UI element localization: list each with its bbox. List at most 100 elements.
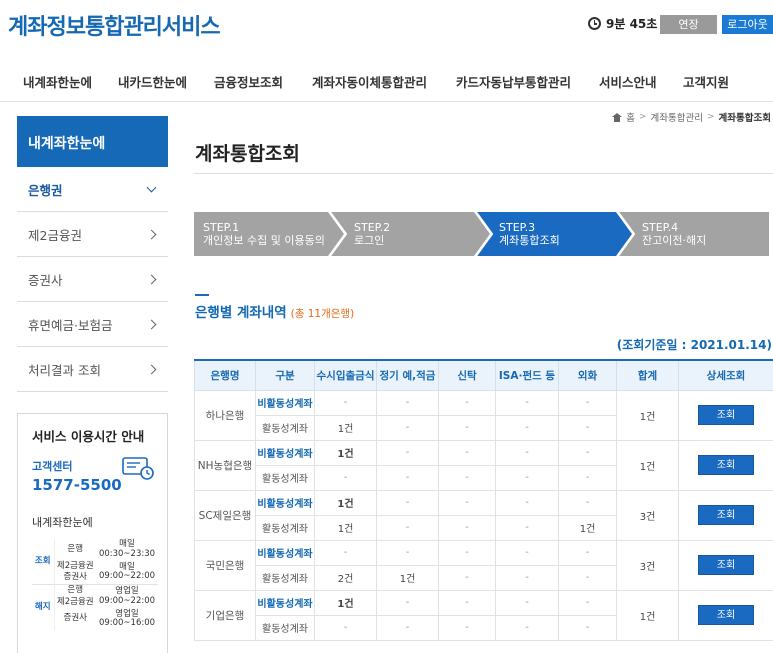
- kind-inactive-label[interactable]: 비활동성계좌: [255, 489, 315, 516]
- bank-name: 기업은행: [194, 589, 256, 641]
- chevron-right-icon: [146, 364, 157, 374]
- table-row: NH농협은행 비활동성계좌 1건 - - - - 1건 조회: [194, 439, 773, 491]
- service-hours-table: 조회 은행 매일 00:30~23:30 제2금융권 매일 09:00~22:0…: [32, 539, 158, 631]
- cell-value: -: [438, 389, 496, 416]
- cell-value: -: [376, 589, 439, 616]
- cell-value: 1건: [314, 489, 377, 516]
- step-label: 계좌통합조회: [499, 234, 560, 248]
- sidebar-item-secondary-finance[interactable]: 제2금융권: [17, 212, 168, 257]
- timer-text: 9분 45초: [606, 17, 658, 31]
- cell-value: -: [558, 614, 617, 641]
- sidebar-menu: 은행권 제2금융권 증권사 휴면예금·보험금 처리결과 조회: [17, 167, 168, 392]
- cell-value: 1건: [314, 514, 377, 541]
- logout-button[interactable]: 로그아웃: [722, 15, 773, 34]
- view-detail-button[interactable]: 조회: [698, 605, 754, 625]
- breadcrumb-parent[interactable]: 계좌통합관리: [651, 110, 703, 124]
- step-label: 잔고이전·해지: [642, 234, 707, 248]
- gnb-item-my-cards[interactable]: 내카드한눈에: [118, 72, 187, 91]
- kind-inactive-label[interactable]: 비활동성계좌: [255, 589, 315, 616]
- extend-session-button[interactable]: 연장: [660, 15, 717, 34]
- col-header-total: 합계: [616, 359, 679, 391]
- home-icon[interactable]: [612, 112, 623, 122]
- cell-value: 1건: [558, 514, 617, 541]
- cell-value: -: [558, 414, 617, 441]
- gnb-item-account-autopay[interactable]: 계좌자동이체통합관리: [312, 72, 427, 91]
- breadcrumb-home[interactable]: 홈: [626, 110, 635, 124]
- step-label: 로그인: [354, 234, 385, 248]
- kind-active-label: 활동성계좌: [255, 614, 315, 641]
- kind-inactive-label[interactable]: 비활동성계좌: [255, 539, 315, 566]
- step-number: STEP.4: [642, 221, 679, 234]
- cell-value: -: [438, 439, 496, 466]
- customer-center-icon: [122, 457, 154, 480]
- col-header-bank: 은행명: [194, 359, 256, 391]
- step-number: STEP.2: [354, 221, 391, 234]
- cell-value: -: [558, 389, 617, 416]
- table-row: 하나은행 비활동성계좌 - - - - - 1건 조회: [194, 389, 773, 441]
- col-header-detail: 상세조회: [678, 359, 773, 391]
- col-header-trust: 신탁: [438, 359, 496, 391]
- cell-value: -: [376, 464, 439, 491]
- gnb-item-card-autopay[interactable]: 카드자동납부통합관리: [456, 72, 571, 91]
- cell-value: -: [558, 564, 617, 591]
- view-detail-button[interactable]: 조회: [698, 405, 754, 425]
- detail-cell: 조회: [678, 589, 773, 641]
- total-count: 3건: [616, 539, 679, 591]
- bank-name: 국민은행: [194, 539, 256, 591]
- step-3-current: STEP.3 계좌통합조회: [476, 212, 632, 256]
- breadcrumb-separator: >: [639, 112, 647, 122]
- cell-value: -: [495, 514, 559, 541]
- service-hours-box: 서비스 이용시간 안내 고객센터 1577-5500 내계좌한눈에 조회 은행 …: [17, 413, 168, 653]
- view-detail-button[interactable]: 조회: [698, 505, 754, 525]
- hours-bank: 증권사: [63, 613, 87, 624]
- table-row: 국민은행 비활동성계좌 - - - - - 3건 조회: [194, 539, 773, 591]
- view-detail-button[interactable]: 조회: [698, 555, 754, 575]
- step-2: STEP.2 로그인: [330, 212, 490, 256]
- view-detail-button[interactable]: 조회: [698, 455, 754, 475]
- cell-value: -: [376, 439, 439, 466]
- cell-value: -: [376, 414, 439, 441]
- sidebar-item-label: 휴면예금·보험금: [28, 317, 113, 333]
- hours-bank: 증권사: [63, 572, 87, 583]
- cell-value: -: [495, 539, 559, 566]
- bank-name: 하나은행: [194, 389, 256, 441]
- chevron-right-icon: [146, 229, 157, 239]
- cell-value: -: [438, 564, 496, 591]
- cell-value: -: [495, 464, 559, 491]
- cell-value: -: [376, 514, 439, 541]
- page-title: 계좌통합조회: [195, 143, 300, 165]
- cell-value: -: [558, 589, 617, 616]
- cell-value: -: [314, 614, 377, 641]
- sidebar-item-dormant-deposits[interactable]: 휴면예금·보험금: [17, 302, 168, 347]
- chevron-right-icon: [146, 274, 157, 284]
- hours-bank: 제2금융권: [56, 596, 94, 607]
- step-indicator: STEP.1 개인정보 수집 및 이용동의 STEP.2 로그인 STEP.3 …: [194, 212, 769, 256]
- chevron-down-icon: [146, 182, 157, 193]
- site-logo[interactable]: 계좌정보통합관리서비스: [8, 9, 221, 41]
- gnb-item-financial-info[interactable]: 금융정보조회: [214, 72, 283, 91]
- hours-time: 영업일 09:00~22:00: [96, 584, 158, 609]
- kind-inactive-label[interactable]: 비활동성계좌: [255, 389, 315, 416]
- cell-value: -: [438, 514, 496, 541]
- table-row: 기업은행 비활동성계좌 1건 - - - - 1건 조회: [194, 589, 773, 641]
- detail-cell: 조회: [678, 439, 773, 491]
- sidebar-item-results[interactable]: 처리결과 조회: [17, 347, 168, 392]
- cell-value: -: [558, 539, 617, 566]
- cell-value: -: [495, 614, 559, 641]
- cell-value: -: [495, 389, 559, 416]
- gnb-item-my-accounts[interactable]: 내계좌한눈에: [23, 72, 92, 91]
- service-hours-title: 서비스 이용시간 안내: [32, 429, 145, 444]
- breadcrumb-current: 계좌통합조회: [718, 113, 771, 124]
- kind-inactive-label[interactable]: 비활동성계좌: [255, 439, 315, 466]
- gnb-item-customer-support[interactable]: 고객지원: [683, 72, 729, 91]
- detail-cell: 조회: [678, 489, 773, 541]
- gnb-item-service-guide[interactable]: 서비스안내: [599, 72, 657, 91]
- kind-active-label: 활동성계좌: [255, 514, 315, 541]
- sidebar-item-securities[interactable]: 증권사: [17, 257, 168, 302]
- col-header-time-deposit: 정기 예,적금: [376, 359, 439, 391]
- cell-value: -: [438, 539, 496, 566]
- sidebar-item-label: 증권사: [28, 272, 63, 288]
- cell-value: -: [376, 389, 439, 416]
- total-count: 1건: [616, 389, 679, 441]
- sidebar-item-banks[interactable]: 은행권: [17, 167, 168, 212]
